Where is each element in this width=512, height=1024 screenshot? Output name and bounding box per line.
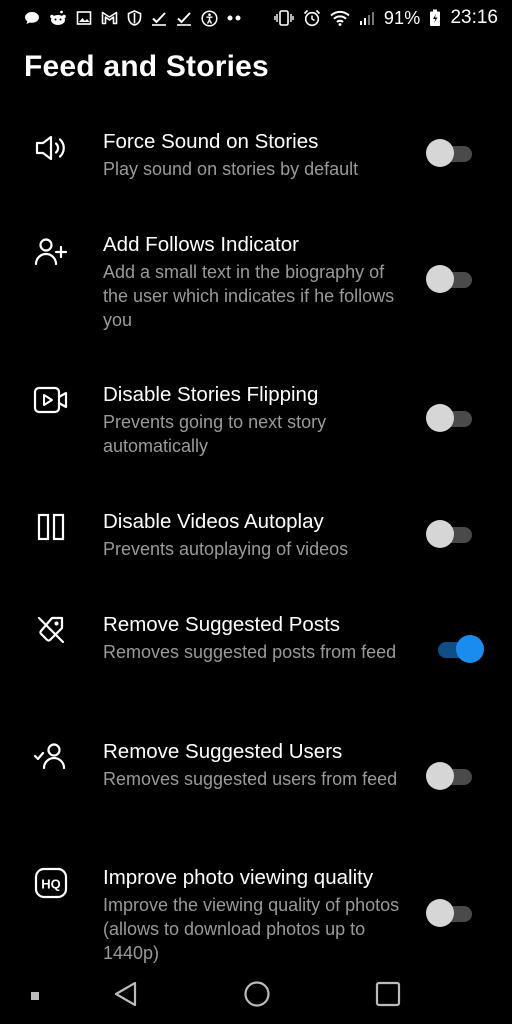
- setting-row-follows-indicator[interactable]: Add Follows Indicator Add a small text i…: [0, 227, 512, 337]
- setting-description: Removes suggested users from feed: [103, 769, 398, 789]
- toggle-thumb: [426, 520, 454, 548]
- toggle-thumb: [426, 265, 454, 293]
- setting-title: Remove Suggested Posts: [103, 613, 341, 636]
- page-title: Feed and Stories: [24, 50, 269, 83]
- status-bar: 91% 23:16: [0, 0, 512, 36]
- setting-text: Remove Suggested Users Removes suggested…: [103, 739, 403, 791]
- setting-title: Add Follows Indicator: [103, 233, 299, 256]
- videos-autoplay-toggle[interactable]: [426, 519, 476, 549]
- reddit-icon: [50, 10, 66, 25]
- gmail-icon: [101, 11, 118, 25]
- clock: 23:16: [450, 7, 498, 28]
- setting-row-photo-quality[interactable]: HQ Improve photo viewing quality Improve…: [0, 860, 512, 965]
- speaker-icon: [33, 130, 69, 166]
- wifi-icon: [330, 10, 350, 26]
- user-check-icon: [33, 738, 69, 774]
- setting-title: Disable Videos Autoplay: [103, 510, 324, 533]
- pause-icon: [33, 509, 69, 545]
- suggested-posts-toggle[interactable]: [426, 634, 484, 664]
- stories-flipping-toggle[interactable]: [426, 403, 476, 433]
- recents-dot-icon[interactable]: [30, 988, 40, 1006]
- suggested-users-toggle[interactable]: [426, 761, 476, 791]
- force-sound-toggle[interactable]: [426, 138, 476, 168]
- signal-icon: [359, 12, 374, 25]
- setting-row-force-sound[interactable]: Force Sound on Stories Play sound on sto…: [0, 124, 512, 194]
- setting-row-stories-flipping[interactable]: Disable Stories Flipping Prevents going …: [0, 377, 512, 467]
- setting-title: Disable Stories Flipping: [103, 383, 319, 406]
- battery-charging-icon: [430, 9, 441, 26]
- photo-quality-toggle[interactable]: [426, 898, 476, 928]
- toggle-thumb: [426, 139, 454, 167]
- vibrate-icon: [274, 10, 294, 26]
- setting-description: Play sound on stories by default: [103, 159, 359, 179]
- back-icon[interactable]: [113, 980, 139, 1013]
- check-icon: [152, 12, 166, 26]
- check-icon: [177, 12, 191, 26]
- setting-description: Prevents going to next story automatical…: [103, 412, 327, 456]
- tag-off-icon: [33, 612, 69, 648]
- more-dots-icon: [227, 15, 241, 21]
- setting-description: Removes suggested posts from feed: [103, 642, 397, 662]
- navigation-bar: [0, 966, 512, 1024]
- video-icon: [33, 382, 69, 418]
- overview-icon[interactable]: [375, 980, 401, 1013]
- setting-description: Prevents autoplaying of videos: [103, 539, 349, 559]
- setting-text: Add Follows Indicator Add a small text i…: [103, 232, 403, 332]
- setting-text: Force Sound on Stories Play sound on sto…: [103, 129, 403, 181]
- toggle-thumb: [426, 404, 454, 432]
- svg-text:HQ: HQ: [41, 877, 61, 892]
- chat-bubble-icon: [25, 12, 39, 24]
- hq-icon: HQ: [33, 865, 69, 901]
- setting-text: Improve photo viewing quality Improve th…: [103, 865, 403, 965]
- toggle-thumb: [426, 899, 454, 927]
- notification-icons: [24, 9, 241, 27]
- setting-row-suggested-posts[interactable]: Remove Suggested Posts Removes suggested…: [0, 607, 512, 697]
- setting-row-videos-autoplay[interactable]: Disable Videos Autoplay Prevents autopla…: [0, 504, 512, 574]
- setting-description: Add a small text in the biography of the…: [103, 262, 395, 330]
- accessibility-icon: [201, 9, 218, 27]
- setting-text: Disable Videos Autoplay Prevents autopla…: [103, 509, 403, 561]
- setting-title: Force Sound on Stories: [103, 130, 319, 153]
- follows-indicator-toggle[interactable]: [426, 264, 476, 294]
- setting-row-suggested-users[interactable]: Remove Suggested Users Removes suggested…: [0, 734, 512, 824]
- home-icon[interactable]: [243, 980, 271, 1013]
- setting-text: Remove Suggested Posts Removes suggested…: [103, 612, 403, 664]
- battery-percentage: 91%: [383, 7, 421, 28]
- system-icons: 91% 23:16: [274, 7, 498, 29]
- toggle-thumb: [426, 762, 454, 790]
- toggle-thumb: [456, 635, 484, 663]
- image-icon: [76, 11, 92, 25]
- shield-icon: [127, 10, 142, 26]
- alarm-icon: [303, 9, 320, 27]
- add-user-icon: [33, 234, 69, 270]
- setting-title: Improve photo viewing quality: [103, 866, 374, 889]
- setting-text: Disable Stories Flipping Prevents going …: [103, 382, 403, 458]
- setting-description: Improve the viewing quality of photos (a…: [103, 895, 400, 963]
- setting-title: Remove Suggested Users: [103, 740, 343, 763]
